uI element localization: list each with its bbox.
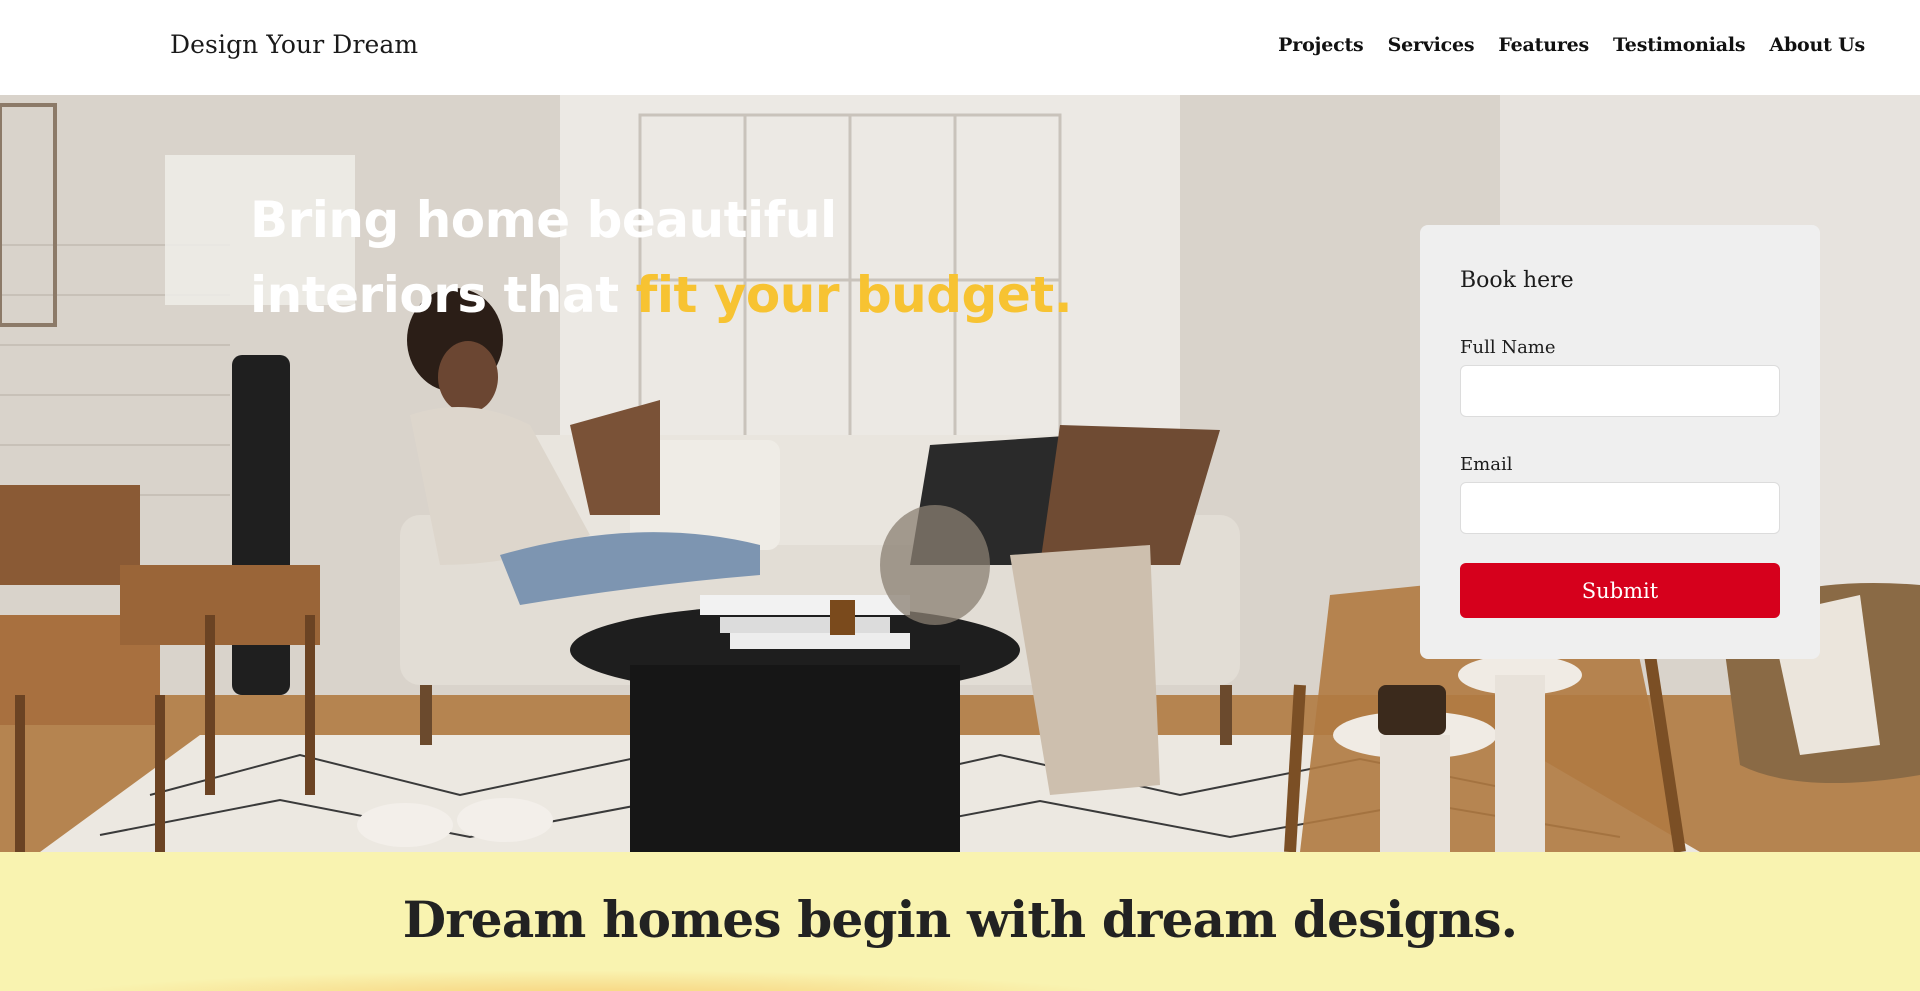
tagline-banner: Dream homes begin with dream designs. — [0, 852, 1920, 991]
full-name-input[interactable] — [1460, 365, 1780, 417]
nav-link-testimonials[interactable]: Testimonials — [1613, 34, 1746, 56]
banner-glow — [40, 970, 1140, 991]
nav-item-testimonials: Testimonials — [1613, 34, 1746, 56]
hero-section: Bring home beautiful interiors that fit … — [0, 95, 1920, 852]
hero-heading: Bring home beautiful interiors that fit … — [250, 183, 1150, 333]
email-label: Email — [1460, 454, 1513, 475]
nav-item-features: Features — [1498, 34, 1589, 56]
nav-link-projects[interactable]: Projects — [1278, 34, 1364, 56]
nav-link-features[interactable]: Features — [1498, 34, 1589, 56]
booking-title: Book here — [1460, 268, 1574, 293]
main-nav: Projects Services Features Testimonials … — [1254, 34, 1865, 56]
full-name-label: Full Name — [1460, 337, 1556, 358]
nav-item-services: Services — [1388, 34, 1475, 56]
hero-heading-accent: fit your budget. — [635, 266, 1073, 324]
nav-link-services[interactable]: Services — [1388, 34, 1475, 56]
booking-form: Book here Full Name Email Submit — [1420, 225, 1820, 659]
email-input[interactable] — [1460, 482, 1780, 534]
brand-logo[interactable]: Design Your Dream — [170, 30, 418, 59]
nav-item-about-us: About Us — [1769, 34, 1865, 56]
hero-heading-line2: interiors that — [250, 266, 636, 324]
submit-button[interactable]: Submit — [1460, 563, 1780, 618]
hero-heading-line1: Bring home beautiful — [250, 191, 837, 249]
nav-item-projects: Projects — [1278, 34, 1364, 56]
site-header: Design Your Dream Projects Services Feat… — [0, 0, 1920, 95]
nav-link-about-us[interactable]: About Us — [1769, 34, 1865, 56]
banner-title: Dream homes begin with dream designs. — [402, 890, 1518, 949]
